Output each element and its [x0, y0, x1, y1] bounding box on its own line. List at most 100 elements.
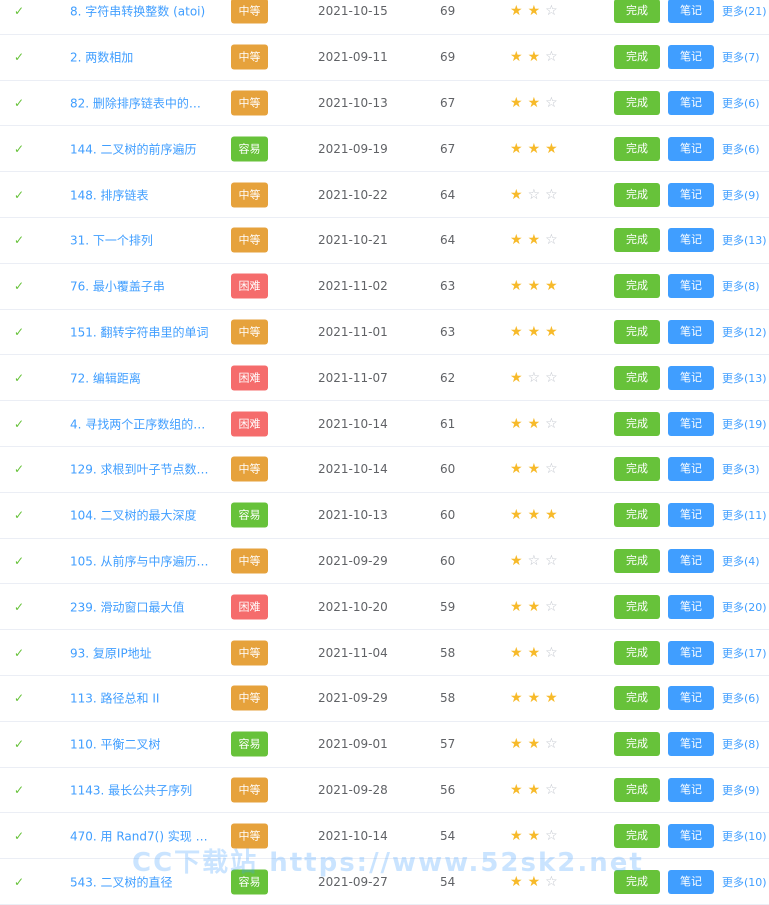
complete-button[interactable]: 完成 [614, 274, 660, 299]
problem-title-link[interactable]: 129. 求根到叶子节点数字... [70, 461, 212, 478]
note-button[interactable]: 笔记 [668, 503, 714, 528]
count-cell: 69 [440, 50, 456, 65]
complete-button[interactable]: 完成 [614, 686, 660, 711]
star-filled-icon: ★ [510, 323, 528, 340]
problem-title-link[interactable]: 72. 编辑距离 [70, 369, 212, 386]
note-button[interactable]: 笔记 [668, 365, 714, 390]
problem-title-link[interactable]: 104. 二叉树的最大深度 [70, 507, 212, 524]
complete-button[interactable]: 完成 [614, 319, 660, 344]
table-row: ✓ 239. 滑动窗口最大值 困难 2021-10-20 59 ★★☆ 完成 笔记 更多(20) [0, 584, 769, 631]
more-link[interactable]: 更多(19) [722, 416, 767, 432]
complete-button[interactable]: 完成 [614, 182, 660, 207]
date-cell: 2021-11-02 [318, 279, 388, 294]
problem-title-link[interactable]: 82. 删除排序链表中的重复... [70, 94, 212, 111]
problem-title-link[interactable]: 105. 从前序与中序遍历序... [70, 552, 212, 569]
difficulty-badge: 中等 [231, 90, 268, 116]
more-link[interactable]: 更多(6) [722, 690, 760, 706]
more-link[interactable]: 更多(7) [722, 49, 760, 65]
problem-title-link[interactable]: 31. 下一个排列 [70, 232, 212, 249]
difficulty-badge: 容易 [231, 136, 268, 162]
more-link[interactable]: 更多(3) [722, 461, 760, 477]
more-link[interactable]: 更多(13) [722, 232, 767, 248]
more-link[interactable]: 更多(4) [722, 553, 760, 569]
complete-button[interactable]: 完成 [614, 411, 660, 436]
note-button[interactable]: 笔记 [668, 274, 714, 299]
note-button[interactable]: 笔记 [668, 823, 714, 848]
note-button[interactable]: 笔记 [668, 457, 714, 482]
problem-title-link[interactable]: 470. 用 Rand7() 实现 Ran... [70, 827, 212, 844]
more-link[interactable]: 更多(6) [722, 141, 760, 157]
problem-title-link[interactable]: 93. 复原IP地址 [70, 644, 212, 661]
problem-title-link[interactable]: 543. 二叉树的直径 [70, 873, 212, 890]
complete-button[interactable]: 完成 [614, 548, 660, 573]
star-empty-icon: ☆ [545, 461, 563, 478]
more-link[interactable]: 更多(9) [722, 187, 760, 203]
more-link[interactable]: 更多(10) [722, 828, 767, 844]
problem-title-link[interactable]: 8. 字符串转换整数 (atoi) [70, 3, 212, 20]
complete-button[interactable]: 完成 [614, 640, 660, 665]
problem-title-link[interactable]: 2. 两数相加 [70, 49, 212, 66]
problem-title-link[interactable]: 148. 排序链表 [70, 186, 212, 203]
note-button[interactable]: 笔记 [668, 686, 714, 711]
star-filled-icon: ★ [527, 3, 546, 20]
note-button[interactable]: 笔记 [668, 732, 714, 757]
problem-title-link[interactable]: 239. 滑动窗口最大值 [70, 598, 212, 615]
note-button[interactable]: 笔记 [668, 228, 714, 253]
problem-title-link[interactable]: 110. 平衡二叉树 [70, 736, 212, 753]
more-link[interactable]: 更多(6) [722, 95, 760, 111]
star-rating: ★★☆ [510, 95, 570, 111]
complete-button[interactable]: 完成 [614, 90, 660, 115]
more-link[interactable]: 更多(20) [722, 599, 767, 615]
difficulty-badge: 中等 [231, 640, 268, 666]
problem-title-link[interactable]: 76. 最小覆盖子串 [70, 278, 212, 295]
complete-button[interactable]: 完成 [614, 777, 660, 802]
difficulty-badge: 容易 [231, 869, 268, 895]
complete-button[interactable]: 完成 [614, 0, 660, 24]
problem-title-link[interactable]: 151. 翻转字符串里的单词 [70, 323, 212, 340]
complete-button[interactable]: 完成 [614, 732, 660, 757]
note-button[interactable]: 笔记 [668, 90, 714, 115]
more-link[interactable]: 更多(11) [722, 507, 767, 523]
problem-title-link[interactable]: 1143. 最长公共子序列 [70, 781, 212, 798]
note-button[interactable]: 笔记 [668, 594, 714, 619]
date-cell: 2021-09-28 [318, 782, 388, 797]
note-button[interactable]: 笔记 [668, 182, 714, 207]
problem-title-link[interactable]: 144. 二叉树的前序遍历 [70, 140, 212, 157]
more-link[interactable]: 更多(10) [722, 874, 767, 890]
more-link[interactable]: 更多(8) [722, 736, 760, 752]
complete-button[interactable]: 完成 [614, 457, 660, 482]
more-link[interactable]: 更多(8) [722, 278, 760, 294]
note-button[interactable]: 笔记 [668, 45, 714, 70]
problem-title-link[interactable]: 113. 路径总和 II [70, 690, 212, 707]
star-filled-icon: ★ [510, 278, 528, 295]
more-link[interactable]: 更多(17) [722, 645, 767, 661]
note-button[interactable]: 笔记 [668, 548, 714, 573]
note-button[interactable]: 笔记 [668, 777, 714, 802]
star-rating: ★★★ [510, 324, 570, 340]
more-link[interactable]: 更多(9) [722, 782, 760, 798]
complete-button[interactable]: 完成 [614, 869, 660, 894]
complete-button[interactable]: 完成 [614, 823, 660, 848]
complete-button[interactable]: 完成 [614, 136, 660, 161]
complete-button[interactable]: 完成 [614, 503, 660, 528]
complete-button[interactable]: 完成 [614, 594, 660, 619]
date-cell: 2021-10-22 [318, 187, 388, 202]
complete-button[interactable]: 完成 [614, 228, 660, 253]
complete-button[interactable]: 完成 [614, 365, 660, 390]
complete-button[interactable]: 完成 [614, 45, 660, 70]
problem-title-link[interactable]: 4. 寻找两个正序数组的中... [70, 415, 212, 432]
note-button[interactable]: 笔记 [668, 411, 714, 436]
more-link[interactable]: 更多(12) [722, 324, 767, 340]
star-filled-icon: ★ [527, 323, 546, 340]
note-button[interactable]: 笔记 [668, 0, 714, 24]
difficulty-badge: 困难 [231, 594, 268, 620]
table-row: ✓ 31. 下一个排列 中等 2021-10-21 64 ★★☆ 完成 笔记 更多(13) [0, 218, 769, 264]
check-icon: ✓ [14, 324, 25, 339]
note-button[interactable]: 笔记 [668, 640, 714, 665]
note-button[interactable]: 笔记 [668, 869, 714, 894]
more-link[interactable]: 更多(21) [722, 3, 767, 19]
note-button[interactable]: 笔记 [668, 136, 714, 161]
more-link[interactable]: 更多(13) [722, 370, 767, 386]
note-button[interactable]: 笔记 [668, 319, 714, 344]
difficulty-badge: 困难 [231, 273, 268, 299]
